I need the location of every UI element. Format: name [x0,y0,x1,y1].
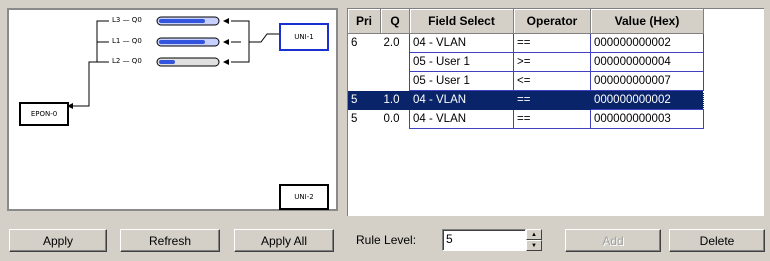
cell-value-hex[interactable]: 000000000007 [590,71,704,91]
col-header-q[interactable]: Q [380,9,410,34]
spin-up-icon[interactable]: ▲ [526,229,542,240]
apply-button-label: Apply [42,233,74,248]
cell-operator[interactable]: == [513,90,591,110]
cell-operator[interactable]: <= [513,71,591,91]
col-header-value-hex[interactable]: Value (Hex) [590,9,704,34]
cell-pri: 6 [351,37,358,50]
rule-level-label: Rule Level: [356,233,417,247]
uni-1-box[interactable]: UNI-1 [279,23,329,51]
cell-field-select[interactable]: 04 - VLAN [409,109,514,129]
apply-all-button-label: Apply All [260,233,308,248]
cell-field-select[interactable]: 05 - User 1 [409,71,514,91]
cell-q [381,72,410,91]
cell-field-select[interactable]: 04 - VLAN [409,90,514,110]
col-header-field-select[interactable]: Field Select [409,9,514,34]
queue-label-l1: L1 — Q0 [112,37,142,46]
topology-diagram: L3 — Q0 L1 — Q0 L2 — Q0 UNI-1 EPON-0 UNI… [7,8,338,211]
cell-pri: 5 [348,90,381,110]
cell-pri [348,53,381,72]
cell-field-select[interactable]: 04 - VLAN [409,33,514,53]
apply-button[interactable]: Apply [9,229,107,252]
add-button-label: Add [602,233,624,248]
rules-table: Pri Q Field Select Operator Value (Hex) … [348,9,704,129]
table-row[interactable]: 05 - User 1 >= 000000000004 [348,52,704,72]
add-button[interactable]: Add [565,229,661,252]
col-header-operator[interactable]: Operator [513,9,591,34]
rule-level-input[interactable]: 5 [442,229,526,251]
queue-label-l2: L2 — Q0 [112,57,142,66]
col-header-pri[interactable]: Pri [348,9,381,34]
cell-operator[interactable]: == [513,33,591,53]
uni-1-label: UNI-1 [294,33,314,41]
table-header-row: Pri Q Field Select Operator Value (Hex) [348,9,704,34]
cell-value-hex[interactable]: 000000000002 [590,90,704,110]
cell-pri [348,72,381,91]
epon-0-label: EPON-0 [30,110,58,118]
table-row[interactable]: 5 0.0 04 - VLAN == 000000000003 [348,109,704,129]
cell-value-hex[interactable]: 000000000004 [590,52,704,72]
cell-q: 1.0 [380,90,410,110]
cell-q: 2.0 [383,37,400,50]
table-row-selected[interactable]: 5 1.0 04 - VLAN == 000000000002 [348,90,704,110]
spin-down-icon[interactable]: ▼ [526,240,542,251]
cell-value-hex[interactable]: 000000000002 [590,33,704,53]
cell-operator[interactable]: >= [513,52,591,72]
rule-level-value: 5 [446,232,453,246]
table-row[interactable]: 05 - User 1 <= 000000000007 [348,71,704,91]
cell-q [381,53,410,72]
rules-grid[interactable]: Pri Q Field Select Operator Value (Hex) … [347,8,764,216]
cell-pri: 5 [351,113,358,125]
cell-operator[interactable]: == [513,109,591,129]
cell-value-hex[interactable]: 000000000003 [590,109,704,129]
epon-0-box[interactable]: EPON-0 [19,102,69,126]
delete-button[interactable]: Delete [669,229,765,252]
apply-all-button[interactable]: Apply All [234,229,334,252]
cell-q: 0.0 [383,113,400,125]
uni-2-box[interactable]: UNI-2 [279,184,329,210]
delete-button-label: Delete [699,233,735,248]
refresh-button[interactable]: Refresh [120,229,220,252]
refresh-button-label: Refresh [148,233,192,248]
queue-label-l3: L3 — Q0 [112,16,142,25]
table-row[interactable]: 6 2.0 04 - VLAN == 000000000002 [348,33,704,53]
cell-field-select[interactable]: 05 - User 1 [409,52,514,72]
uni-2-label: UNI-2 [294,193,314,201]
